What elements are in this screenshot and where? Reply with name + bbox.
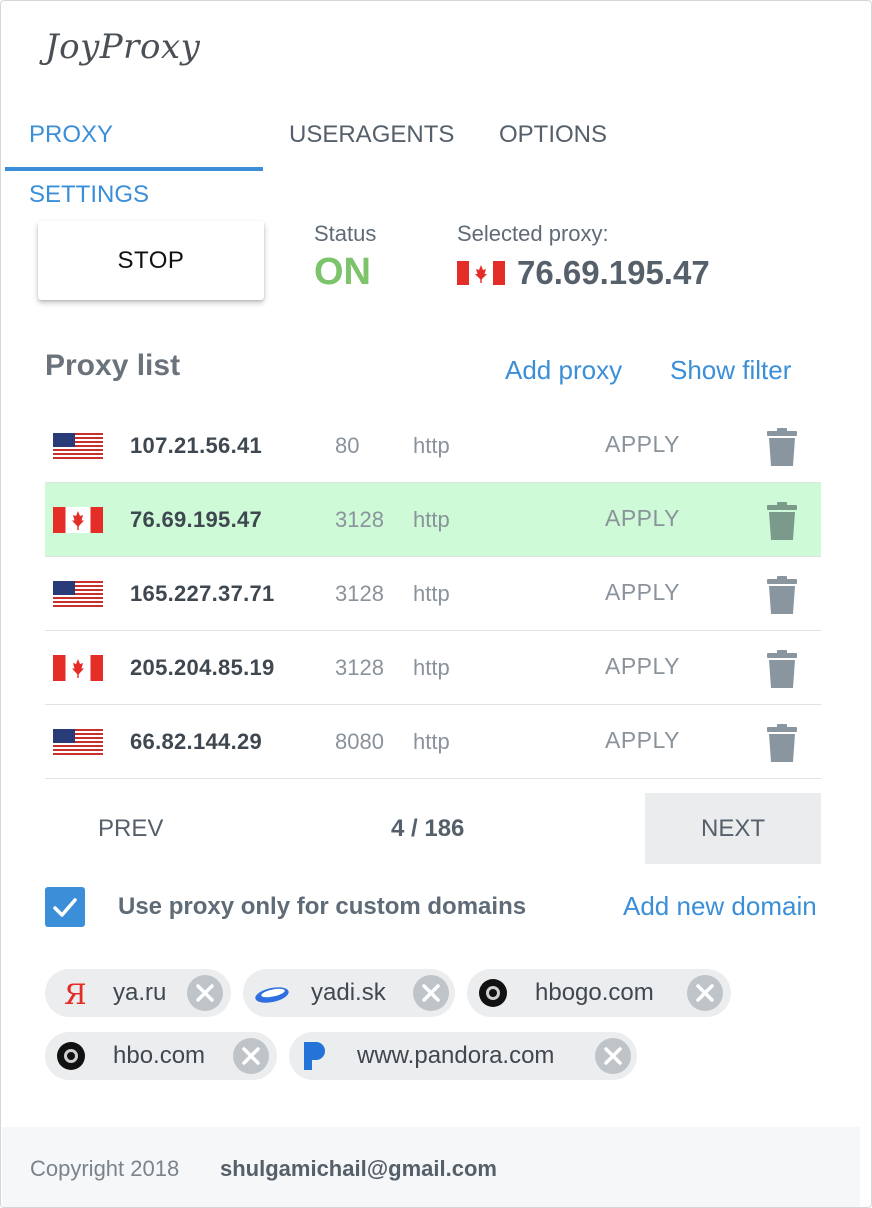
proxy-port: 3128 (335, 655, 384, 680)
proxy-ip: 107.21.56.41 (130, 433, 263, 458)
remove-chip-icon[interactable] (187, 975, 223, 1011)
apply-button[interactable]: APPLY (605, 505, 680, 532)
usa-flag-icon (53, 581, 103, 612)
tab-proxy-settings[interactable]: PROXY SETTINGS (5, 105, 263, 208)
page-indicator: 4 / 186 (391, 815, 465, 842)
proxy-ip: 205.204.85.19 (130, 655, 275, 680)
stop-button[interactable]: STOP (38, 221, 264, 300)
trash-icon[interactable] (767, 502, 797, 545)
proxy-list-title: Proxy list (45, 349, 181, 382)
svg-text:Я: Я (64, 979, 85, 1007)
selected-proxy-ip: 76.69.195.47 (517, 254, 710, 291)
domain-chip: hbogo.com (467, 969, 731, 1017)
apply-button[interactable]: APPLY (605, 431, 680, 458)
footer: Copyright 2018 shulgamichail@gmail.com (2, 1127, 860, 1207)
proxy-protocol: http (413, 507, 450, 532)
domain-chip: yadi.sk (243, 969, 455, 1017)
pandora-icon (301, 1042, 329, 1070)
selected-proxy-label: Selected proxy: (457, 221, 609, 246)
proxy-table: 107.21.56.41 80 http APPLY 76.69.195.47 … (45, 409, 821, 779)
remove-chip-icon[interactable] (413, 975, 449, 1011)
prev-button[interactable]: PREV (98, 815, 163, 843)
proxy-row-selected: 76.69.195.47 3128 http APPLY (45, 483, 821, 557)
trash-icon[interactable] (767, 428, 797, 471)
proxy-port: 80 (335, 433, 360, 458)
proxy-ip: 76.69.195.47 (130, 507, 263, 532)
status-label: Status (314, 221, 377, 246)
domain-chip-label: hbo.com (113, 1042, 206, 1069)
add-domain-link[interactable]: Add new domain (623, 891, 817, 922)
proxy-port: 3128 (335, 581, 384, 606)
domain-chip-label: www.pandora.com (357, 1042, 555, 1069)
proxy-ip: 66.82.144.29 (130, 729, 263, 754)
next-button[interactable]: NEXT (645, 793, 821, 864)
apply-button[interactable]: APPLY (605, 653, 680, 680)
add-proxy-link[interactable]: Add proxy (505, 355, 622, 386)
popup-window: JoyProxy PROXY SETTINGS USERAGENTS OPTIO… (0, 0, 872, 1208)
trash-icon[interactable] (767, 650, 797, 693)
tab-options[interactable]: OPTIONS (475, 105, 631, 171)
proxy-ip: 165.227.37.71 (130, 581, 275, 606)
domain-chip: www.pandora.com (289, 1032, 637, 1080)
custom-domains-checkbox[interactable] (45, 887, 85, 927)
domain-chip-label: ya.ru (113, 979, 167, 1006)
domain-chip: Я ya.ru (45, 969, 231, 1017)
domain-chip-label: yadi.sk (311, 979, 386, 1006)
proxy-row: 107.21.56.41 80 http APPLY (45, 409, 821, 483)
apply-button[interactable]: APPLY (605, 727, 680, 754)
tab-useragents[interactable]: USERAGENTS (265, 105, 478, 171)
canada-flag-icon (53, 507, 103, 538)
hbo-icon (479, 979, 507, 1007)
usa-flag-icon (53, 729, 103, 760)
author-email: shulgamichail@gmail.com (220, 1156, 497, 1181)
hbo-icon (57, 1042, 85, 1070)
show-filter-link[interactable]: Show filter (670, 355, 791, 386)
status-value: ON (314, 251, 371, 293)
usa-flag-icon (53, 433, 103, 464)
proxy-protocol: http (413, 433, 450, 458)
remove-chip-icon[interactable] (233, 1038, 269, 1074)
custom-domains-label: Use proxy only for custom domains (118, 893, 527, 920)
app-logo: JoyProxy (45, 27, 201, 67)
proxy-row: 66.82.144.29 8080 http APPLY (45, 705, 821, 779)
remove-chip-icon[interactable] (687, 975, 723, 1011)
copyright-text: Copyright 2018 (30, 1156, 180, 1181)
proxy-protocol: http (413, 581, 450, 606)
checkmark-icon (53, 898, 77, 917)
canada-flag-icon (53, 655, 103, 686)
trash-icon[interactable] (767, 724, 797, 767)
yadi-cloud-icon (255, 979, 289, 1007)
tab-bar: PROXY SETTINGS USERAGENTS OPTIONS (5, 105, 865, 208)
proxy-port: 3128 (335, 507, 384, 532)
proxy-port: 8080 (335, 729, 384, 754)
domain-chip-label: hbogo.com (535, 979, 654, 1006)
proxy-row: 165.227.37.71 3128 http APPLY (45, 557, 821, 631)
remove-chip-icon[interactable] (595, 1038, 631, 1074)
apply-button[interactable]: APPLY (605, 579, 680, 606)
trash-icon[interactable] (767, 576, 797, 619)
proxy-protocol: http (413, 655, 450, 680)
proxy-row: 205.204.85.19 3128 http APPLY (45, 631, 821, 705)
domain-chip: hbo.com (45, 1032, 277, 1080)
yandex-icon: Я (57, 978, 87, 1011)
canada-flag-icon (457, 261, 505, 290)
proxy-protocol: http (413, 729, 450, 754)
